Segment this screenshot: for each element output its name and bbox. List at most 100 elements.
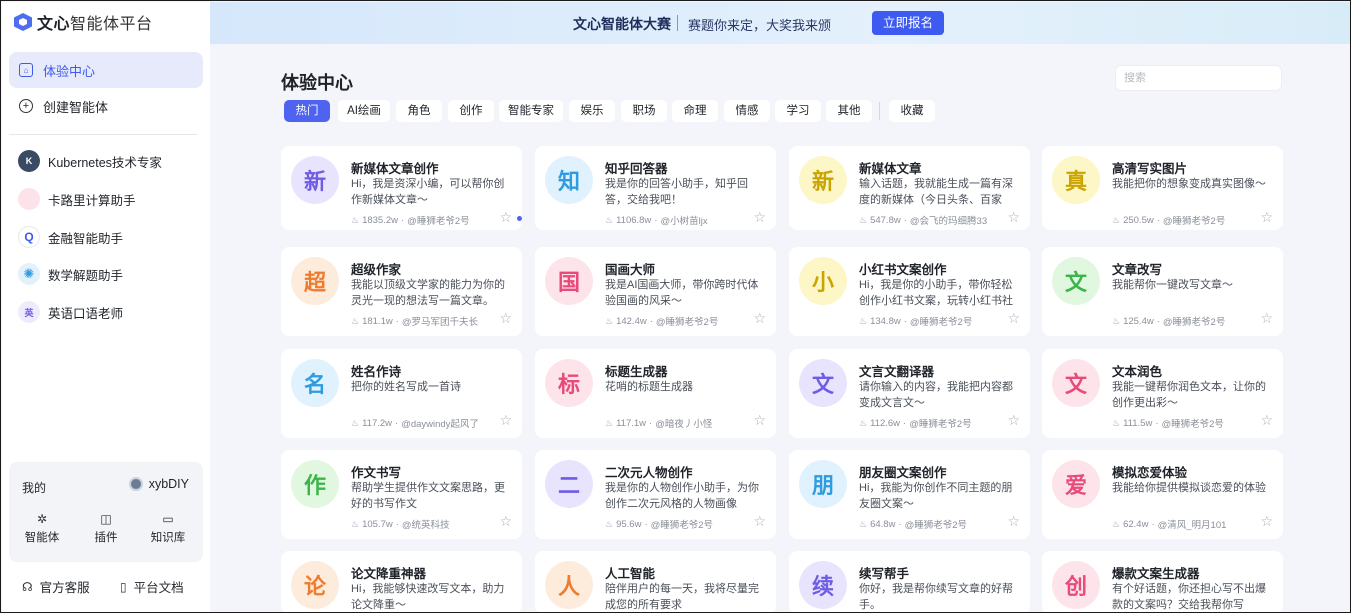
nav-create-agent[interactable]: + 创建智能体 xyxy=(9,88,203,124)
agent-card[interactable]: 文文本润色 我能一键帮你润色文本，让你的创作更出彩～ ♨ 111.5w · @睡狮老爷2号… xyxy=(1042,349,1283,438)
agent-card[interactable]: 名姓名作诗 把你的姓名写成一首诗 ♨ 117.2w · @daywindy起风了 ☆ xyxy=(281,349,522,438)
tab-other[interactable]: 其他 xyxy=(826,100,872,122)
agent-card[interactable]: 朋朋友圈文案创作 Hi，我能为你创作不同主题的朋友圈文案～ ♨ 64.8w · @睡狮老爷… xyxy=(789,450,1030,539)
agent-card-description: Hi，我是资深小编，可以帮你创作新媒体文章～ xyxy=(351,178,505,206)
plus-circle-icon: + xyxy=(19,99,33,113)
agent-card[interactable]: 爱模拟恋爱体验 我能给你提供模拟谈恋爱的体验 ♨ 62.4w · @清风_明月101 ☆ xyxy=(1042,450,1283,539)
author-name: @睡狮老爷2号 xyxy=(1162,216,1226,227)
agent-card-avatar: 超 xyxy=(291,257,339,305)
usage-count: 111.5w xyxy=(1123,417,1153,429)
agent-card-avatar: 爱 xyxy=(1052,460,1100,508)
banner-divider xyxy=(677,15,678,31)
tab-fortune[interactable]: 命理 xyxy=(672,100,718,122)
search-input[interactable] xyxy=(1115,65,1282,91)
agent-card[interactable]: 创爆款文案生成器 有个好话题，你还担心写不出爆款的文案吗？交给我帮你写 xyxy=(1042,551,1283,612)
favorite-star-icon[interactable]: ☆ xyxy=(1260,209,1273,226)
tab-hot[interactable]: 热门 xyxy=(284,100,330,122)
agent-card-title: 新媒体文章 xyxy=(859,162,922,176)
logo-product: 智能体平台 xyxy=(70,16,153,33)
user-profile[interactable]: xybDIY xyxy=(128,477,189,491)
author-name: @睡狮老爷2号 xyxy=(1162,317,1226,328)
my-agents-button[interactable]: ✲ 智能体 xyxy=(17,512,67,545)
platform-docs-link[interactable]: ▯ 平台文档 xyxy=(120,577,184,596)
tab-creation[interactable]: 创作 xyxy=(448,100,494,122)
recent-agent-item[interactable]: ✺ 数学解题助手 xyxy=(18,261,123,287)
author-name: @睡狮老爷2号 xyxy=(904,520,968,531)
favorite-star-icon[interactable]: ☆ xyxy=(753,209,766,226)
agent-card-avatar: 文 xyxy=(1052,359,1100,407)
agent-card[interactable]: 作作文书写 帮助学生提供作文文案思路，更好的书写作文 ♨ 105.7w · @统英科技 ☆ xyxy=(281,450,522,539)
agent-card-avatar: 论 xyxy=(291,561,339,609)
agent-card[interactable]: 论论文降重神器 Hi，我能够快速改写文本，助力论文降重～ xyxy=(281,551,522,612)
favorite-star-icon[interactable]: ☆ xyxy=(753,513,766,530)
agent-card[interactable]: 小小红书文案创作 Hi，我是你的小助手，带你轻松创作小红书文案，玩转小红书社区～ ♨… xyxy=(789,247,1030,336)
usage-count: 117.2w xyxy=(362,417,393,429)
favorite-star-icon[interactable]: ☆ xyxy=(753,412,766,429)
my-plugins-button[interactable]: ◫ 插件 xyxy=(81,512,131,545)
author-name: @小树苗ljx xyxy=(660,216,708,227)
agent-card-meta: ♨ 125.4w · @睡狮老爷2号 xyxy=(1112,314,1226,329)
customer-service-link[interactable]: ☊ 官方客服 xyxy=(22,577,90,596)
favorite-star-icon[interactable]: ☆ xyxy=(1260,310,1273,327)
agent-card[interactable]: 知知乎回答器 我是你的回答小助手，知乎回答，交给我吧！ ♨ 1106.8w · @小树苗l… xyxy=(535,146,776,230)
recent-agent-item[interactable]: 英 英语口语老师 xyxy=(18,299,123,325)
my-label: 我的 xyxy=(22,481,47,495)
agent-card[interactable]: 续续写帮手 你好，我是帮你续写文章的好帮手。 xyxy=(789,551,1030,612)
agent-card[interactable]: 二二次元人物创作 我是你的人物创作小助手，为你创作二次元风格的人物画像 ♨ 95.6w… xyxy=(535,450,776,539)
agent-card-title: 小红书文案创作 xyxy=(859,263,947,277)
tab-workplace[interactable]: 职场 xyxy=(621,100,667,122)
meta-separator: · xyxy=(1156,315,1160,327)
tool-label: 智能体 xyxy=(24,532,60,544)
fire-icon: ♨ xyxy=(1112,518,1121,529)
favorite-star-icon[interactable]: ☆ xyxy=(1007,513,1020,530)
favorite-star-icon[interactable]: ☆ xyxy=(1007,310,1020,327)
recent-agent-item[interactable]: K Kubernetes技术专家 xyxy=(18,148,162,174)
tab-favorites[interactable]: 收藏 xyxy=(889,100,935,122)
agent-card[interactable]: 国国画大师 我是AI国画大师，带你跨时代体验国画的风采～ ♨ 142.4w · @睡狮老爷… xyxy=(535,247,776,336)
fire-icon: ♨ xyxy=(351,417,360,428)
tab-role[interactable]: 角色 xyxy=(396,100,442,122)
logo[interactable]: 文心智能体平台 xyxy=(14,10,153,34)
competition-banner[interactable]: 文心智能体大赛 赛题你来定，大奖我来颁 立即报名 xyxy=(210,2,1350,44)
agent-card[interactable]: 超超级作家 我能以顶级文学家的能力为你的灵光一现的想法写一篇文章。 ♨ 181.1w ·… xyxy=(281,247,522,336)
favorite-star-icon[interactable]: ☆ xyxy=(1007,209,1020,226)
register-button[interactable]: 立即报名 xyxy=(872,11,944,35)
headset-icon: ☊ xyxy=(22,579,33,594)
agent-card-meta: ♨ 117.1w · @暗夜丿小怪 xyxy=(605,416,712,431)
meta-separator: · xyxy=(1156,214,1160,226)
agent-card-title: 二次元人物创作 xyxy=(605,466,693,480)
favorite-star-icon[interactable]: ☆ xyxy=(499,209,512,226)
tab-emotion[interactable]: 情感 xyxy=(724,100,770,122)
agent-card[interactable]: 文文言文翻译器 请你输入的内容，我能把内容都变成文言文～ ♨ 112.6w · @睡狮老爷… xyxy=(789,349,1030,438)
tab-entertainment[interactable]: 娱乐 xyxy=(569,100,615,122)
favorite-star-icon[interactable]: ☆ xyxy=(499,412,512,429)
my-knowledge-button[interactable]: ▭ 知识库 xyxy=(143,512,193,545)
favorite-star-icon[interactable]: ☆ xyxy=(499,310,512,327)
recent-agent-item[interactable]: 卡路里计算助手 xyxy=(18,186,136,212)
agent-card[interactable]: 文文章改写 我能帮你一键改写文章～ ♨ 125.4w · @睡狮老爷2号 ☆ xyxy=(1042,247,1283,336)
agent-card-avatar: 续 xyxy=(799,561,847,609)
recent-agent-item[interactable]: Q 金融智能助手 xyxy=(18,224,123,250)
agent-card-title: 朋友圈文案创作 xyxy=(859,466,947,480)
nav-experience-center[interactable]: ⌂ 体验中心 xyxy=(9,52,203,88)
fire-icon: ♨ xyxy=(605,315,614,326)
tab-study[interactable]: 学习 xyxy=(775,100,821,122)
agent-card[interactable]: 标标题生成器 花哨的标题生成器 ♨ 117.1w · @暗夜丿小怪 ☆ xyxy=(535,349,776,438)
agent-card[interactable]: 人人工智能 陪伴用户的每一天，我将尽量完成您的所有要求 xyxy=(535,551,776,612)
agent-card-meta: ♨ 111.5w · @睡狮老爷2号 xyxy=(1112,416,1224,431)
fire-icon: ♨ xyxy=(605,417,614,428)
agent-card[interactable]: 新新媒体文章创作 Hi，我是资深小编，可以帮你创作新媒体文章～ ♨ 1835.2w · @… xyxy=(281,146,522,230)
sparkle-icon: ✲ xyxy=(36,512,48,526)
favorite-star-icon[interactable]: ☆ xyxy=(753,310,766,327)
favorite-star-icon[interactable]: ☆ xyxy=(1260,513,1273,530)
agent-card[interactable]: 真高清写实图片 我能把你的想象变成真实图像～ ♨ 250.5w · @睡狮老爷2号 ☆ xyxy=(1042,146,1283,230)
tab-ai-drawing[interactable]: AI绘画 xyxy=(338,100,390,122)
agent-card[interactable]: 新新媒体文章输入话题，我就能生成一篇有深度的新媒体（今日头条、百家号）... ♨5… xyxy=(789,146,1030,230)
agent-card-description: 把你的姓名写成一首诗 xyxy=(351,381,461,393)
favorite-star-icon[interactable]: ☆ xyxy=(499,513,512,530)
favorite-star-icon[interactable]: ☆ xyxy=(1260,412,1273,429)
agent-label: 金融智能助手 xyxy=(48,231,124,246)
favorite-star-icon[interactable]: ☆ xyxy=(1007,412,1020,429)
agent-card-avatar: 作 xyxy=(291,460,339,508)
tab-expert[interactable]: 智能专家 xyxy=(499,100,563,122)
